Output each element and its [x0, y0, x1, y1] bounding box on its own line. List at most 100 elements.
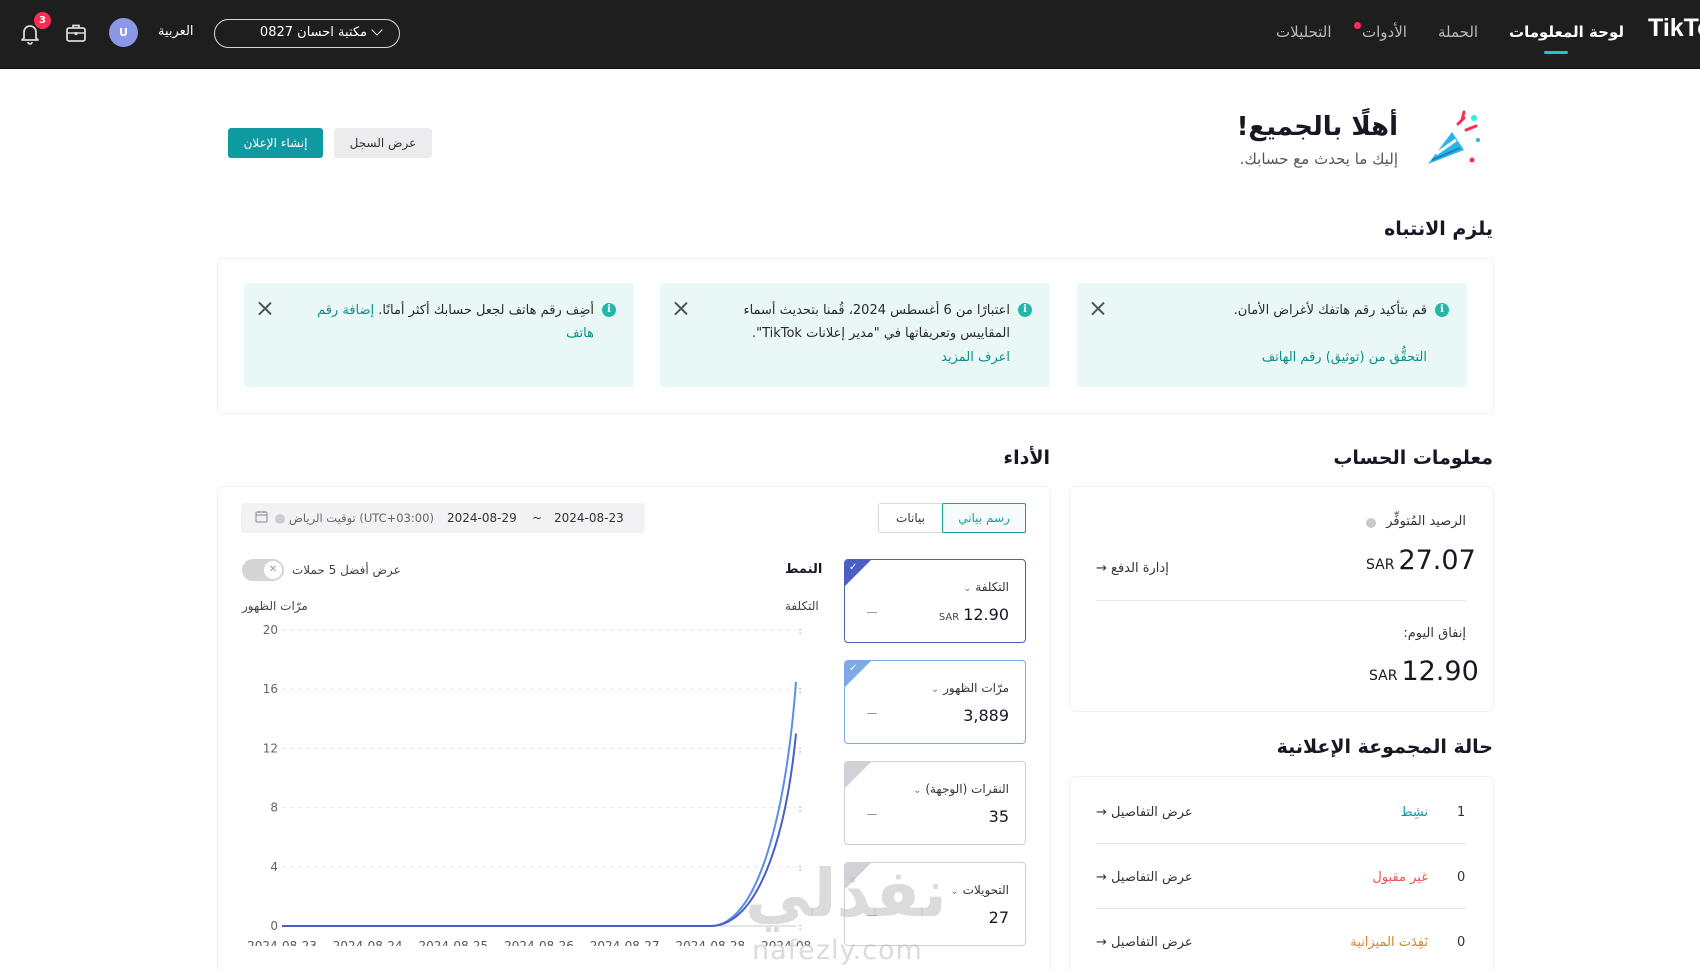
- nav-campaign[interactable]: الحملة: [1438, 23, 1478, 41]
- tab-chart[interactable]: رسم بياني: [942, 503, 1026, 533]
- chevron-down-icon: ⌄: [913, 785, 922, 796]
- metric-card-cost[interactable]: ✓ التكلفة ⌄ SAR 12.90: [844, 559, 1026, 643]
- metric-label: التكلفة ⌄: [963, 580, 1009, 594]
- right-axis-label: التكلفة: [785, 599, 819, 613]
- balance-value: 27.07: [1398, 545, 1476, 576]
- metric-label-text: التكلفة: [975, 580, 1009, 594]
- arrow-right-icon: →: [1096, 935, 1107, 950]
- watermark-logo: نفذلي: [745, 855, 947, 932]
- date-start: 2024-08-23: [554, 511, 624, 525]
- tab-data[interactable]: بيانات: [879, 504, 942, 532]
- language-switcher[interactable]: العربية: [158, 24, 194, 39]
- metric-value-text: 12.90: [963, 605, 1009, 624]
- x-tick-label: 2024-08-24: [333, 939, 403, 946]
- today-spend-value: 12.90: [1401, 656, 1479, 687]
- y-tick-label: 20: [263, 623, 278, 637]
- date-separator: ~: [532, 511, 543, 525]
- date-range-picker[interactable]: (UTC+03:00) توقيت الرياض 2024-08-29 ~ 20…: [241, 503, 645, 533]
- view-details-label: عرض التفاصيل: [1111, 935, 1193, 950]
- divider: [1096, 908, 1466, 909]
- view-details-link[interactable]: عرض التفاصيل →: [1096, 870, 1193, 885]
- check-icon: ✓: [849, 663, 858, 674]
- close-icon[interactable]: [674, 301, 688, 315]
- metric-value: SAR 12.90: [939, 605, 1009, 624]
- alert-verify-phone: i قم بتأكيد رقم هاتفك لأغراض الأمان. الت…: [1077, 283, 1467, 387]
- metric-value: 35: [988, 807, 1009, 826]
- briefcase-icon[interactable]: [63, 20, 89, 46]
- status-count: 0: [1457, 935, 1466, 950]
- metric-value: 3,889: [963, 706, 1009, 725]
- chevron-down-icon: [371, 24, 383, 36]
- alert-text: أضِف رقم هاتف لجعل حسابك أكثر أمانًا. إض…: [294, 299, 594, 345]
- y-tick-label: 0: [270, 919, 278, 933]
- alert-text-body: أضِف رقم هاتف لجعل حسابك أكثر أمانًا.: [378, 303, 594, 318]
- x-tick-label: 2024-08-23: [247, 939, 317, 946]
- close-icon: ✕: [264, 561, 282, 579]
- account-selector-label: مكتبة احسان 0827: [259, 25, 367, 40]
- balance-label: الرصيد المُتوفِّر: [1386, 514, 1466, 529]
- metric-label-text: مرّات الظهور: [943, 681, 1009, 695]
- right-tick-mark: :: [798, 626, 801, 637]
- alert-add-phone: i أضِف رقم هاتف لجعل حسابك أكثر أمانًا. …: [244, 283, 634, 387]
- metric-card-clicks[interactable]: النقرات (الوجهة) ⌄ 35: [844, 761, 1026, 845]
- metric-label: التحويلات ⌄: [950, 883, 1009, 897]
- chevron-down-icon: ⌄: [950, 886, 959, 897]
- series-line-0: [282, 681, 797, 927]
- status-count: 0: [1457, 870, 1466, 885]
- today-spend-label: إنفاق اليوم:: [1403, 626, 1466, 641]
- today-spend-currency: SAR: [1369, 668, 1398, 684]
- view-history-button[interactable]: عرض السجل: [334, 128, 432, 158]
- timezone-label: (UTC+03:00) توقيت الرياض: [289, 511, 434, 525]
- status-count: 1: [1457, 805, 1466, 820]
- left-axis-label: مرّات الظهور: [242, 599, 308, 613]
- alert-link[interactable]: اعرف المزيد: [941, 350, 1010, 365]
- account-selector[interactable]: مكتبة احسان 0827: [214, 19, 400, 48]
- performance-title: الأداء: [1003, 447, 1050, 469]
- check-icon: ✓: [849, 562, 858, 573]
- balance-status-dot: [1366, 518, 1376, 528]
- date-end: 2024-08-29: [447, 511, 517, 525]
- series-line-1: [282, 733, 797, 927]
- status-name-rejected[interactable]: غير مقبول: [1340, 870, 1428, 885]
- status-name-budget-exhausted[interactable]: نَفِدَت الميزانية: [1318, 935, 1428, 950]
- metric-label: مرّات الظهور ⌄: [931, 681, 1009, 695]
- balance-amount: SAR 27.07: [1366, 545, 1476, 576]
- x-tick-label: 2024-08-25: [418, 939, 488, 946]
- today-spend-amount: SAR 12.90: [1369, 656, 1479, 687]
- top5-toggle[interactable]: ✕: [242, 559, 284, 581]
- close-icon[interactable]: [1091, 301, 1105, 315]
- tiktok-logo[interactable]: TikTo: [1648, 14, 1700, 43]
- view-details-label: عرض التفاصيل: [1111, 805, 1193, 820]
- right-tick-mark: :: [798, 744, 801, 755]
- nav-active-indicator: [1544, 51, 1568, 54]
- metric-card-impressions[interactable]: ✓ مرّات الظهور ⌄ 3,889: [844, 660, 1026, 744]
- close-icon[interactable]: [258, 301, 272, 315]
- metric-label-text: النقرات (الوجهة): [925, 782, 1009, 796]
- alert-link[interactable]: التحقُّق من (توثيق) رقم الهاتف: [1262, 350, 1427, 365]
- metric-label: النقرات (الوجهة) ⌄: [913, 782, 1009, 796]
- watermark-url: nafezly.com: [752, 935, 923, 966]
- mode-label: النمط: [785, 562, 823, 577]
- view-details-link[interactable]: عرض التفاصيل →: [1096, 805, 1193, 820]
- right-tick-mark: :: [798, 685, 801, 696]
- create-ad-button[interactable]: إنشاء الإعلان: [228, 128, 323, 158]
- info-icon: i: [602, 303, 616, 317]
- y-tick-label: 12: [263, 741, 278, 755]
- nav-dashboard[interactable]: لوحة المعلومات: [1509, 23, 1624, 41]
- nav-analytics[interactable]: التحليلات: [1276, 23, 1332, 41]
- view-details-link[interactable]: عرض التفاصيل →: [1096, 935, 1193, 950]
- x-tick-label: 2024-08-27: [590, 939, 660, 946]
- manage-payment-link[interactable]: إدارة الدفع →: [1096, 561, 1169, 576]
- account-info-title: معلومات الحساب: [1333, 447, 1493, 469]
- divider: [1096, 843, 1466, 844]
- info-icon: i: [1018, 303, 1032, 317]
- divider: [1096, 600, 1466, 601]
- alert-text: اعتبارًا من 6 أغسطس 2024، قُمنا بتحديث أ…: [743, 303, 1010, 341]
- status-name-active[interactable]: نشِط: [1380, 805, 1428, 820]
- arrow-right-icon: →: [1096, 561, 1107, 576]
- avatar[interactable]: U: [109, 18, 138, 47]
- metric-value: 27: [988, 908, 1009, 927]
- nav-tools[interactable]: الأدوات: [1362, 23, 1407, 41]
- ad-group-status-title: حالة المجموعة الإعلانية: [1276, 736, 1493, 758]
- view-tabs: رسم بياني بيانات: [878, 503, 1026, 533]
